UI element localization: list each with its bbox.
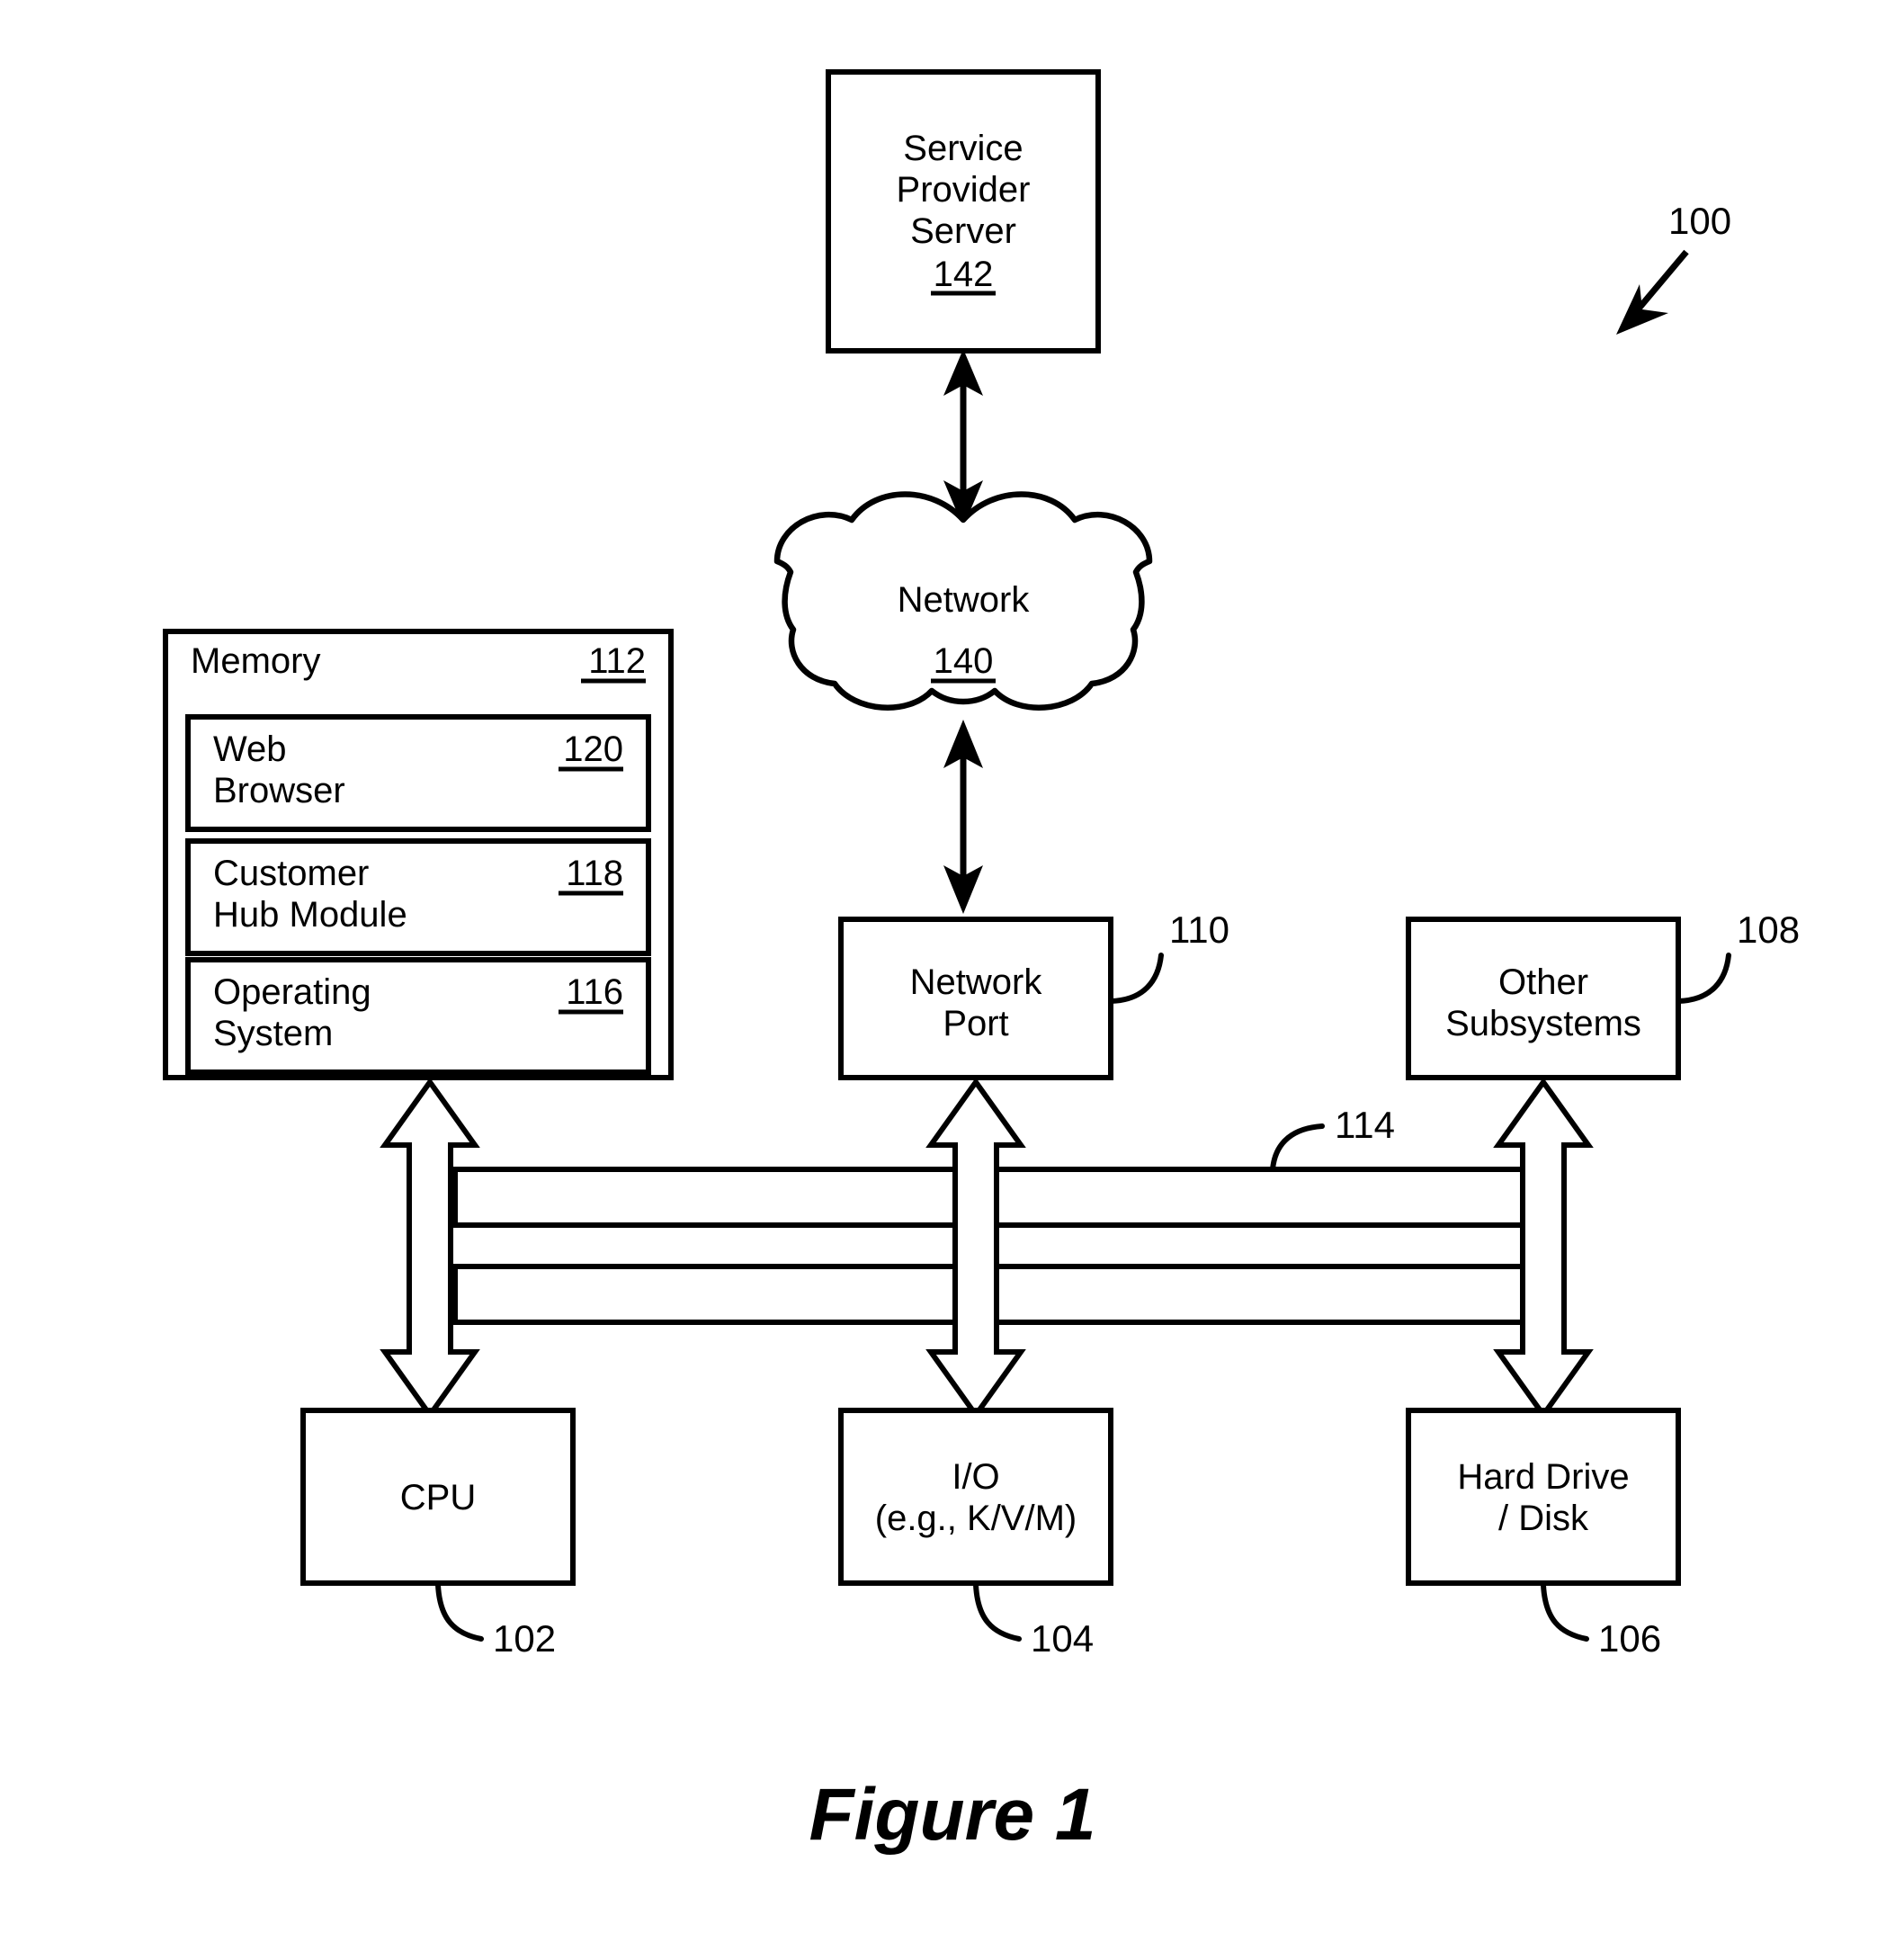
customer-hub-module-node[interactable]: Customer Hub Module 118 <box>185 838 651 956</box>
operating-system-module-node[interactable]: Operating System 116 <box>185 957 651 1075</box>
web-browser-label-line-2: Browser <box>213 771 345 810</box>
network-cloud-ref: 140 <box>934 641 994 681</box>
system-ref-label: 100 <box>1668 200 1731 242</box>
operating-system-label-line-1: Operating <box>213 972 371 1012</box>
system-ref-arrow-head <box>1616 284 1668 335</box>
network-port-ref: 110 <box>1169 908 1229 951</box>
hard-drive-label-line-2: / Disk <box>1498 1499 1589 1538</box>
memory-ref: 112 <box>588 641 646 681</box>
service-provider-server-ref: 142 <box>934 255 994 294</box>
network-port-label-line-2: Port <box>943 1004 1008 1043</box>
network-port-leader-line <box>1108 953 1164 1004</box>
system-bus-ref: 114 <box>1335 1104 1395 1146</box>
customer-hub-label-line-1: Customer <box>213 854 369 893</box>
memory-cpu-arrow-inner-mask <box>412 1148 448 1349</box>
subsystems-harddrive-arrow-inner-mask <box>1525 1148 1561 1349</box>
other-subsystems-ref: 108 <box>1737 908 1800 951</box>
network-cloud-node[interactable]: Network 140 <box>773 491 1153 711</box>
memory-label: Memory <box>191 641 320 681</box>
other-subsystems-label-line-1: Other <box>1498 962 1588 1002</box>
service-provider-server-label-line-3: Server <box>910 211 1016 251</box>
system-ref-100: 100 <box>1616 200 1731 335</box>
hard-drive-node[interactable]: Hard Drive / Disk 106 <box>1406 1408 1681 1660</box>
customer-hub-label-line-2: Hub Module <box>213 895 407 935</box>
network-port-arrow <box>943 720 983 914</box>
cpu-leader-line <box>435 1582 484 1642</box>
other-subsystems-label-line-2: Subsystems <box>1445 1004 1641 1043</box>
networkport-io-arrow-inner-mask <box>958 1148 994 1349</box>
server-network-arrow <box>943 349 983 527</box>
io-leader-line <box>973 1582 1022 1642</box>
cpu-node[interactable]: CPU 102 <box>300 1408 576 1660</box>
io-label-line-2: (e.g., K/V/M) <box>875 1499 1077 1538</box>
web-browser-ref: 120 <box>563 729 623 769</box>
operating-system-label-line-2: System <box>213 1014 333 1053</box>
network-port-node[interactable]: Network Port 110 <box>838 908 1229 1080</box>
service-provider-server-label-line-1: Service <box>903 129 1023 168</box>
cpu-label: CPU <box>400 1478 476 1517</box>
customer-hub-ref: 118 <box>566 854 623 893</box>
hard-drive-box[interactable] <box>1406 1408 1681 1586</box>
other-subsystems-leader-line <box>1676 953 1731 1004</box>
io-ref: 104 <box>1031 1617 1094 1660</box>
hard-drive-leader-line <box>1541 1582 1589 1642</box>
system-bus-leader-line <box>1270 1123 1325 1172</box>
hard-drive-ref: 106 <box>1598 1617 1661 1660</box>
service-provider-server-node[interactable]: Service Provider Server 142 <box>826 69 1101 354</box>
operating-system-ref: 116 <box>566 972 623 1012</box>
memory-node[interactable]: Memory 112 Web Browser 120 Customer Hub … <box>163 629 674 1080</box>
hard-drive-label-line-1: Hard Drive <box>1457 1457 1629 1497</box>
figure-caption: Figure 1 <box>809 1774 1096 1856</box>
network-port-label-line-1: Network <box>910 962 1043 1002</box>
io-node[interactable]: I/O (e.g., K/V/M) 104 <box>838 1408 1113 1660</box>
io-label-line-1: I/O <box>952 1457 999 1497</box>
web-browser-module-node[interactable]: Web Browser 120 <box>185 714 651 832</box>
network-cloud-label: Network <box>898 580 1031 620</box>
diagram-canvas: Service Provider Server 142 Network 140 … <box>163 69 1800 1856</box>
service-provider-server-label-line-2: Provider <box>897 170 1031 210</box>
patent-figure-1: Service Provider Server 142 Network 140 … <box>0 0 1904 1951</box>
other-subsystems-node[interactable]: Other Subsystems 108 <box>1406 908 1800 1080</box>
cpu-ref: 102 <box>493 1617 556 1660</box>
web-browser-label-line-1: Web <box>213 729 287 769</box>
io-box[interactable] <box>838 1408 1113 1586</box>
